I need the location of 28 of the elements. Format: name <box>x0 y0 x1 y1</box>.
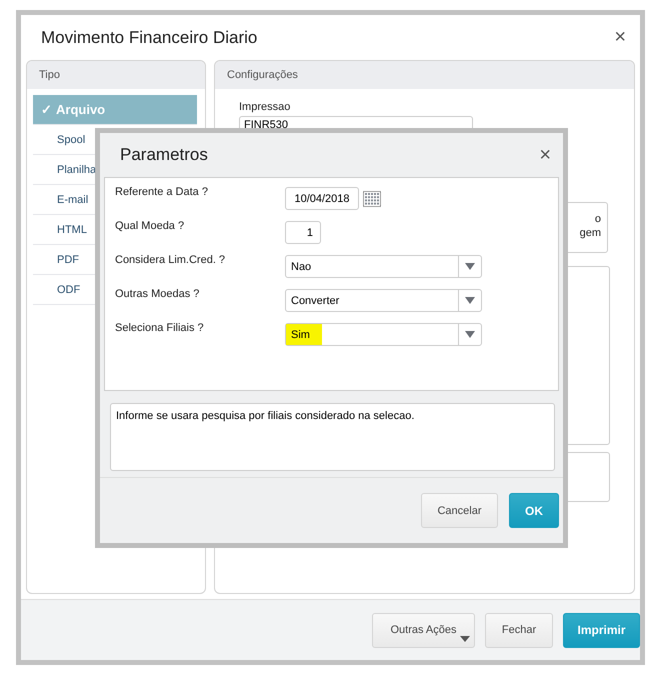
help-text: Informe se usara pesquisa por filiais considerado na selecao. <box>110 403 555 471</box>
action-button[interactable]: Fechar <box>485 612 553 648</box>
menu-button[interactable]: Outras Ações <box>372 612 475 648</box>
dropdown[interactable]: Sim <box>285 323 482 346</box>
dropdown-arrow-icon <box>465 297 475 304</box>
dropdown-arrow-icon <box>465 331 475 338</box>
dropdown[interactable]: Nao <box>285 255 482 278</box>
close-button[interactable]: × <box>610 26 630 49</box>
dialog-title: Parametros <box>120 145 208 165</box>
parameter-label: Outras Moedas ? <box>115 288 200 302</box>
option-text: o <box>594 213 601 225</box>
panel-title: Tipo <box>39 69 60 81</box>
action-button[interactable]: Cancelar <box>421 493 498 528</box>
dropdown-arrow-icon <box>465 263 475 270</box>
date-field[interactable]: 10/04/2018 <box>285 187 359 210</box>
number-field[interactable]: 1 <box>285 221 321 244</box>
panel-title: Configurações <box>227 69 298 81</box>
field-label: Impressao <box>239 101 292 113</box>
parameter-label: Referente a Data ? <box>115 186 209 200</box>
window-title: Movimento Financeiro Diario <box>41 28 258 48</box>
parameter-label: Qual Moeda ? <box>115 220 186 234</box>
parameter-label: Considera Lim.Cred. ? <box>115 254 226 268</box>
close-button[interactable]: × <box>535 144 555 166</box>
calendar-icon[interactable] <box>363 190 381 206</box>
option-text: gem <box>580 227 601 239</box>
caret-icon <box>460 636 470 642</box>
dropdown[interactable]: Converter <box>285 289 482 312</box>
parameter-label: Seleciona Filiais ? <box>115 322 205 336</box>
